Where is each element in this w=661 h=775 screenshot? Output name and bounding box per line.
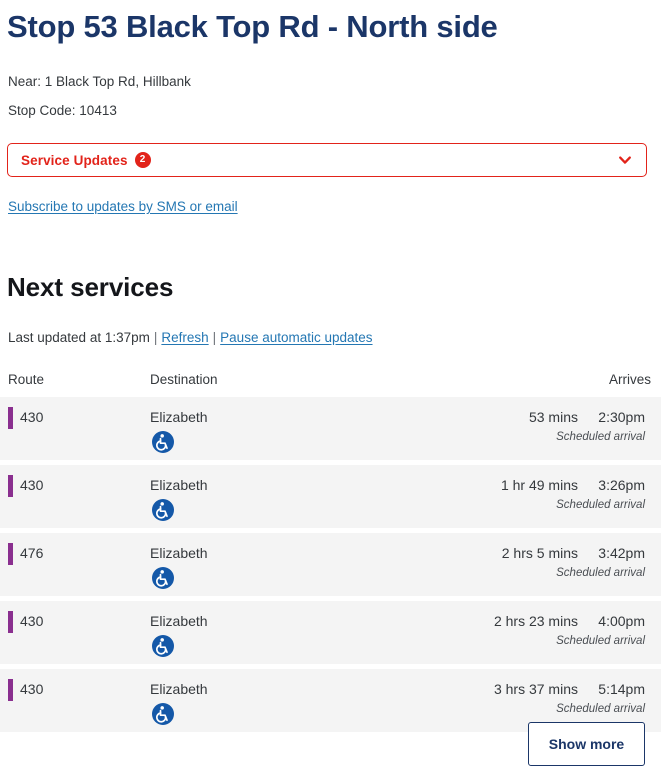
service-updates-count-badge: 2 (134, 152, 151, 168)
route-color-bar (8, 407, 13, 429)
destination-name: Elizabeth (150, 409, 208, 425)
wait-time: 3 hrs 37 mins (493, 681, 578, 697)
arrival-time: 2:30pm (598, 409, 645, 425)
column-header-destination: Destination (150, 372, 218, 387)
wait-time: 53 mins (528, 409, 578, 425)
pause-updates-link[interactable]: Pause automatic updates (220, 330, 372, 345)
wait-time: 1 hr 49 mins (500, 477, 578, 493)
table-row[interactable]: 476 Elizabeth 2 hrs 5 mins 3:42pm Schedu… (0, 533, 661, 596)
stop-departures-page: Stop 53 Black Top Rd - North side Near: … (0, 0, 661, 775)
departures-rows: 430 Elizabeth 53 mins 2:30pm Scheduled a… (0, 397, 661, 732)
arrival-note: Scheduled arrival (556, 567, 645, 579)
route-number: 430 (20, 613, 44, 629)
page-title: Stop 53 Black Top Rd - North side (7, 9, 498, 44)
stop-code: Stop Code: 10413 (8, 103, 117, 118)
arrival-time: 3:26pm (598, 477, 645, 493)
last-updated-text: Last updated at 1:37pm (8, 330, 150, 345)
show-more-container: Show more (0, 722, 661, 766)
route-number: 430 (20, 409, 44, 425)
route-number: 430 (20, 477, 44, 493)
route-color-bar (8, 679, 13, 701)
destination-name: Elizabeth (150, 545, 208, 561)
arrival-time: 4:00pm (598, 613, 645, 629)
route-number: 430 (20, 681, 44, 697)
refresh-link[interactable]: Refresh (161, 330, 208, 345)
service-updates-label: Service Updates (21, 152, 128, 168)
route-color-bar (8, 543, 13, 565)
show-more-button[interactable]: Show more (528, 722, 645, 766)
destination-name: Elizabeth (150, 681, 208, 697)
subscribe-updates-label: Subscribe to updates by SMS or email (8, 199, 238, 214)
wheelchair-accessible-icon (152, 431, 174, 453)
separator-1: | (153, 330, 158, 345)
stop-near-address: Near: 1 Black Top Rd, Hillbank (8, 74, 191, 89)
arrival-note: Scheduled arrival (556, 499, 645, 511)
wait-time: 2 hrs 23 mins (493, 613, 578, 629)
wait-time: 2 hrs 5 mins (501, 545, 578, 561)
route-color-bar (8, 475, 13, 497)
route-number: 476 (20, 545, 44, 561)
chevron-down-icon[interactable] (616, 151, 634, 169)
separator-2: | (212, 330, 217, 345)
table-row[interactable]: 430 Elizabeth 53 mins 2:30pm Scheduled a… (0, 397, 661, 460)
next-services-heading: Next services (7, 272, 174, 302)
wheelchair-accessible-icon (152, 635, 174, 657)
departures-table: Route Destination Arrives 430 Elizabeth … (0, 370, 661, 737)
arrival-note: Scheduled arrival (556, 703, 645, 715)
arrival-time: 5:14pm (598, 681, 645, 697)
table-header-row: Route Destination Arrives (0, 370, 661, 391)
arrival-note: Scheduled arrival (556, 431, 645, 443)
route-color-bar (8, 611, 13, 633)
subscribe-updates-link[interactable]: Subscribe to updates by SMS or email (8, 198, 238, 216)
destination-name: Elizabeth (150, 477, 208, 493)
table-row[interactable]: 430 Elizabeth 1 hr 49 mins 3:26pm Schedu… (0, 465, 661, 528)
arrival-time: 3:42pm (598, 545, 645, 561)
service-updates-accordion[interactable]: Service Updates 2 (7, 143, 647, 177)
last-updated-bar: Last updated at 1:37pm | Refresh | Pause aut… (8, 329, 373, 347)
column-header-arrives: Arrives (608, 372, 651, 387)
arrival-note: Scheduled arrival (556, 635, 645, 647)
column-header-route: Route (8, 372, 45, 387)
destination-name: Elizabeth (150, 613, 208, 629)
wheelchair-accessible-icon (152, 567, 174, 589)
wheelchair-accessible-icon (152, 499, 174, 521)
table-row[interactable]: 430 Elizabeth 2 hrs 23 mins 4:00pm Sched… (0, 601, 661, 664)
